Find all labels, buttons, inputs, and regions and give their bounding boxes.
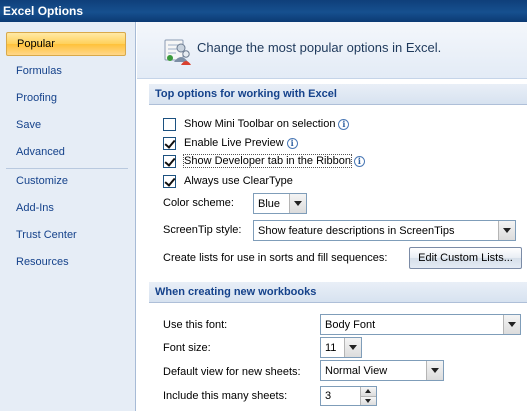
color-scheme-value: Blue (258, 197, 281, 210)
sheet-count-stepper[interactable]: 3 (320, 386, 377, 406)
sidebar-item-formulas[interactable]: Formulas (6, 59, 126, 83)
color-scheme-label: Color scheme: (163, 197, 234, 209)
color-scheme-select[interactable]: Blue (253, 193, 307, 214)
sheet-count-label: Include this many sheets: (163, 390, 288, 402)
chevron-down-icon[interactable] (344, 338, 361, 357)
enable-live-preview-label: Enable Live Preview (184, 137, 284, 149)
always-use-cleartype-checkbox[interactable] (163, 174, 176, 188)
show-mini-toolbar-label: Show Mini Toolbar on selection (184, 118, 336, 130)
chevron-down-icon[interactable] (289, 194, 306, 213)
chevron-down-icon[interactable] (426, 361, 443, 380)
sheet-count-value[interactable]: 3 (321, 387, 360, 405)
show-developer-tab-label: Show Developer tab in the Ribbon (183, 154, 352, 168)
screentip-style-label: ScreenTip style: (163, 224, 242, 236)
show-mini-toolbar-checkbox[interactable] (163, 117, 176, 131)
always-use-cleartype-option[interactable]: Always use ClearType (163, 173, 293, 189)
sidebar-item-popular[interactable]: Popular (6, 32, 126, 56)
section-header-top-options: Top options for working with Excel (149, 84, 527, 105)
section-header-new-workbooks: When creating new workbooks (149, 282, 527, 303)
font-label: Use this font: (163, 319, 228, 331)
show-developer-tab-option[interactable]: Show Developer tab in the Ribbon i (163, 153, 365, 169)
stepper-buttons (360, 387, 376, 405)
window-title-bar: Excel Options (0, 0, 527, 22)
enable-live-preview-checkbox[interactable] (163, 136, 176, 150)
page-header: Change the most popular options in Excel… (137, 22, 527, 79)
stepper-down-icon[interactable] (361, 396, 376, 405)
show-mini-toolbar-option[interactable]: Show Mini Toolbar on selection i (163, 116, 350, 132)
font-select[interactable]: Body Font (320, 314, 521, 335)
chevron-down-icon[interactable] (503, 315, 520, 334)
options-people-icon (164, 39, 191, 65)
always-use-cleartype-label: Always use ClearType (184, 175, 293, 187)
sidebar-item-save[interactable]: Save (6, 113, 126, 137)
font-size-label: Font size: (163, 342, 211, 354)
sidebar-item-trust-center[interactable]: Trust Center (6, 223, 126, 247)
info-icon: i (353, 155, 365, 167)
edit-custom-lists-button[interactable]: Edit Custom Lists... (409, 247, 522, 269)
font-size-value: 11 (325, 341, 337, 354)
font-size-select[interactable]: 11 (320, 337, 362, 358)
sidebar-item-customize[interactable]: Customize (6, 169, 126, 193)
stepper-up-icon[interactable] (361, 387, 376, 397)
info-icon: i (286, 137, 298, 149)
sidebar-item-add-ins[interactable]: Add-Ins (6, 196, 126, 220)
window-title: Excel Options (3, 4, 84, 18)
sidebar: Popular Formulas Proofing Save Advanced … (0, 22, 136, 411)
sidebar-item-advanced[interactable]: Advanced (6, 140, 126, 164)
show-developer-tab-checkbox[interactable] (163, 154, 176, 168)
info-icon: i (338, 118, 350, 130)
header-description: Change the most popular options in Excel… (197, 40, 442, 55)
screentip-style-value: Show feature descriptions in ScreenTips (258, 224, 455, 237)
font-value: Body Font (325, 318, 376, 331)
custom-lists-label: Create lists for use in sorts and fill s… (163, 252, 388, 264)
default-view-value: Normal View (325, 364, 388, 377)
enable-live-preview-option[interactable]: Enable Live Preview i (163, 135, 298, 151)
screentip-style-select[interactable]: Show feature descriptions in ScreenTips (253, 220, 516, 241)
chevron-down-icon[interactable] (498, 221, 515, 240)
sidebar-item-resources[interactable]: Resources (6, 250, 126, 274)
sidebar-item-proofing[interactable]: Proofing (6, 86, 126, 110)
default-view-select[interactable]: Normal View (320, 360, 444, 381)
options-content: Change the most popular options in Excel… (137, 22, 527, 411)
default-view-label: Default view for new sheets: (163, 366, 301, 378)
